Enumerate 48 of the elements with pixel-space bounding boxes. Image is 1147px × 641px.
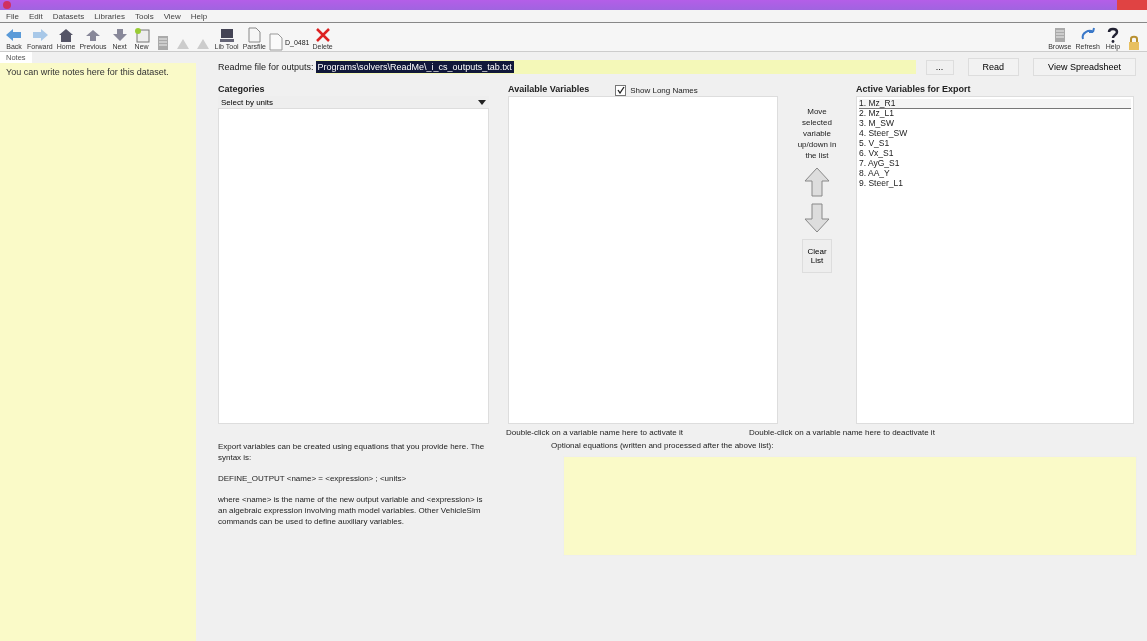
checkbox-label: Show Long Names	[630, 85, 698, 95]
list-item[interactable]: 4. Steer_SW	[859, 129, 1131, 139]
move-instructions: Move selected variable up/down in the list	[797, 106, 837, 161]
readme-path-field[interactable]: Programs\solvers\ReadMe\_i_cs_outputs_tab.txt	[315, 60, 916, 74]
readme-label: Readme file for outputs:	[218, 62, 314, 72]
up-arrow-icon[interactable]	[804, 167, 830, 197]
menu-item[interactable]: Tools	[134, 11, 154, 21]
categories-heading: Categories	[218, 84, 266, 96]
help-paragraph: Export variables can be created using equations that you provide here. The syntax is:	[218, 441, 486, 463]
list-item[interactable]: 9. Steer_L1	[859, 179, 1131, 189]
view-spreadsheet-button[interactable]: View Spreadsheet	[1033, 58, 1136, 76]
active-variables-list[interactable]: 1. Mz_R1 2. Mz_L1 3. M_SW 4. Steer_SW 5. V_S1 6. Vx_S1 7. AyG_S1 8. AA_Y 9. Steer_L1	[856, 96, 1134, 424]
list-item[interactable]: 7. AyG_S1	[859, 159, 1131, 169]
checkbox[interactable]	[615, 84, 627, 96]
previous-icon[interactable]	[84, 27, 102, 43]
equations-field[interactable]	[563, 456, 1137, 556]
list-item[interactable]: 3. M_SW	[859, 119, 1131, 129]
equations-label: Optional equations (written and processed after the above list):	[551, 441, 775, 450]
dropdown-caret-icon	[478, 99, 486, 105]
read-button[interactable]: Read	[967, 58, 1020, 76]
help-paragraph: where <name> is the name of the new output variable and <expression> is an algebraic expression involving math model variables. Other VehicleSim commands can be used to define auxiliary variables.	[218, 494, 484, 527]
list-item[interactable]: 5. V_S1	[859, 139, 1131, 149]
menu-item[interactable]: Libraries	[94, 11, 125, 21]
menu-item[interactable]: Help	[190, 11, 208, 21]
list-item[interactable]: 6. Vx_S1	[859, 149, 1131, 159]
list-item[interactable]: 1. Mz_R1	[859, 99, 1131, 109]
app-icon	[3, 1, 11, 9]
available-variables-heading: Available Variables	[508, 84, 590, 96]
computer-icon[interactable]	[217, 27, 236, 43]
new-icon[interactable]	[132, 27, 151, 43]
help-paragraph: DEFINE_OUTPUT <name> = <expression> ; <units>	[218, 473, 408, 484]
deactivate-hint: Double-click on a variable name here to deactivate it	[749, 428, 935, 437]
browse-button[interactable]: ...	[925, 59, 954, 75]
back-icon[interactable]	[5, 27, 23, 43]
menu-item[interactable]: Datasets	[52, 11, 85, 21]
menu-item[interactable]: File	[6, 11, 19, 21]
activate-hint: Double-click on a variable name here to activate it	[506, 428, 683, 437]
list-item[interactable]: 2. Mz_L1	[859, 109, 1131, 119]
menu-item[interactable]: Edit	[28, 11, 43, 21]
clear-list-button[interactable]: Clear List	[802, 239, 832, 273]
down-arrow-icon[interactable]	[804, 203, 830, 233]
list-item[interactable]: 8. AA_Y	[859, 169, 1131, 179]
delete-icon[interactable]	[313, 27, 332, 43]
notes-field[interactable]: You can write notes here for this dataset.	[0, 63, 196, 641]
menu-item[interactable]: View	[163, 11, 181, 21]
page-icon[interactable]	[245, 27, 264, 43]
active-variables-heading: Active Variables for Export	[856, 84, 972, 96]
forward-icon[interactable]	[30, 27, 49, 43]
